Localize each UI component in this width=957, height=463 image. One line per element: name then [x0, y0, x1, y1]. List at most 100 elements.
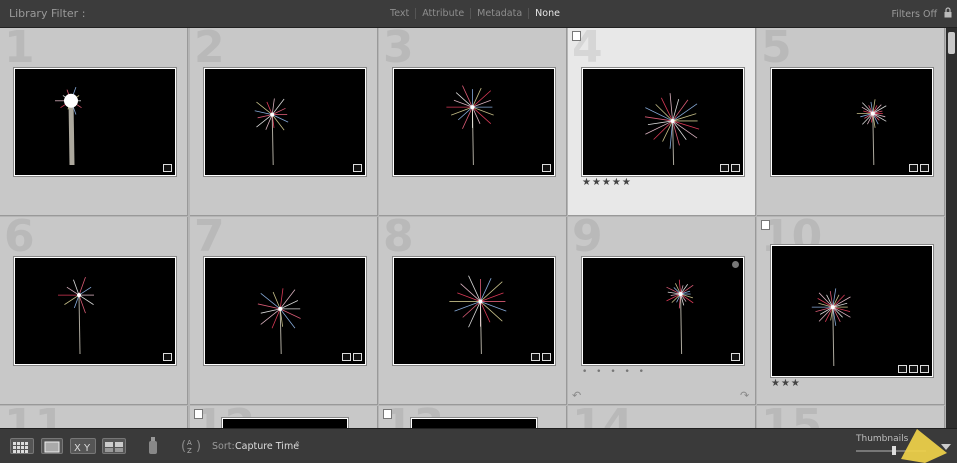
photo-thumbnail[interactable]: [14, 257, 176, 365]
thumbnail-cell[interactable]: 7: [190, 217, 378, 405]
photo-thumbnail[interactable]: [14, 68, 176, 176]
thumbnail-cell[interactable]: 13: [379, 406, 567, 428]
sort-label: Sort:: [212, 441, 235, 452]
filter-options: Text Attribute Metadata None: [384, 8, 566, 19]
photo-thumbnail[interactable]: [582, 68, 744, 176]
metadata-badges: [163, 353, 172, 361]
grid-scrollbar[interactable]: [946, 28, 957, 428]
crop-badge-icon[interactable]: [353, 353, 362, 361]
lock-icon[interactable]: [944, 7, 952, 18]
metadata-badges: [720, 164, 740, 172]
crop-badge-icon[interactable]: [920, 164, 929, 172]
cell-index-number: 5: [761, 28, 792, 73]
cell-index-number: 1: [4, 28, 35, 73]
flag-icon[interactable]: [383, 409, 392, 419]
loupe-view-icon[interactable]: [41, 438, 63, 454]
thumbnail-cell[interactable]: 15: [757, 406, 945, 428]
flag-icon[interactable]: [572, 31, 581, 41]
firework-image: [254, 98, 289, 166]
painter-icon[interactable]: [148, 437, 158, 455]
thumbnail-cell[interactable]: 4 ★★★★★: [568, 28, 756, 216]
comment-badge-icon[interactable]: [531, 353, 540, 361]
flag-icon[interactable]: [761, 220, 770, 230]
filter-option-attribute[interactable]: Attribute: [416, 8, 472, 19]
thumbnail-cell[interactable]: 11: [0, 406, 188, 428]
cell-index-number: 11: [4, 406, 65, 428]
metadata-badges: [342, 353, 362, 361]
filter-option-none[interactable]: None: [529, 8, 566, 19]
cell-index-number: 7: [194, 217, 225, 262]
firework-image: [58, 276, 94, 355]
metadata-badges: [353, 164, 362, 172]
comment-badge-icon[interactable]: [720, 164, 729, 172]
crop-badge-icon[interactable]: [731, 164, 740, 172]
comment-badge-icon[interactable]: [342, 353, 351, 361]
rotate-left-icon[interactable]: ↶: [572, 389, 581, 402]
bottom-toolbar: XY ( A Z ) Sort: Capture Time ⇕ Thumbnai…: [0, 428, 957, 463]
comment-badge-icon[interactable]: [353, 164, 362, 172]
metadata-badges: [898, 365, 929, 373]
thumbnail-cell[interactable]: 6: [0, 217, 188, 405]
filter-option-metadata[interactable]: Metadata: [471, 8, 530, 19]
cell-index-number: 2: [194, 28, 225, 73]
comment-badge-icon[interactable]: [163, 164, 172, 172]
photo-thumbnail[interactable]: [393, 68, 555, 176]
compare-view-icon[interactable]: XY: [70, 438, 96, 454]
photo-thumbnail[interactable]: [204, 68, 366, 176]
cell-index-number: 15: [761, 406, 822, 428]
svg-text:X: X: [74, 443, 81, 454]
photo-thumbnail[interactable]: [393, 257, 555, 365]
firework-image: [55, 86, 82, 166]
toolbar-menu-arrow-icon[interactable]: [941, 443, 951, 451]
comment-badge-icon[interactable]: [731, 353, 740, 361]
crop-badge-icon[interactable]: [909, 365, 918, 373]
metadata-badges: [542, 164, 551, 172]
firework-image: [666, 279, 694, 355]
star-rating[interactable]: ★★★: [771, 378, 801, 389]
rotate-right-icon[interactable]: ↷: [740, 389, 749, 402]
thumbnail-cell[interactable]: 3: [379, 28, 567, 216]
photo-thumbnail[interactable]: [771, 245, 933, 377]
thumbnail-cell[interactable]: 10 ★★★: [757, 217, 945, 405]
sort-direction-icon[interactable]: ( A Z ): [180, 437, 204, 455]
comment-badge-icon[interactable]: [898, 365, 907, 373]
thumbnail-slider-knob[interactable]: [892, 446, 897, 455]
svg-text:Y: Y: [83, 443, 91, 454]
flag-icon[interactable]: [194, 409, 203, 419]
thumbnail-cell[interactable]: 8: [379, 217, 567, 405]
photo-thumbnail[interactable]: [222, 418, 348, 428]
svg-text:A: A: [187, 439, 192, 447]
photo-thumbnail[interactable]: [771, 68, 933, 176]
thumbnail-cell[interactable]: 12: [190, 406, 378, 428]
firework-image: [446, 85, 494, 166]
thumbnail-cell[interactable]: 9 • • • • • ↶ ↷: [568, 217, 756, 405]
crop-badge-icon[interactable]: [920, 365, 929, 373]
survey-view-icon[interactable]: [102, 438, 126, 454]
photo-thumbnail[interactable]: [582, 257, 744, 365]
scrollbar-thumb[interactable]: [948, 32, 955, 54]
thumbnail-cell[interactable]: 14: [568, 406, 756, 428]
thumbnail-cell[interactable]: 2: [190, 28, 378, 216]
cell-index-number: 3: [383, 28, 414, 73]
sort-dropdown-arrow-icon[interactable]: ⇕: [294, 440, 301, 449]
thumbnail-cell[interactable]: 1: [0, 28, 188, 216]
metadata-badges: [731, 353, 740, 361]
svg-text:(: (: [181, 439, 186, 454]
photo-thumbnail[interactable]: [411, 418, 537, 428]
filters-off-dropdown[interactable]: Filters Off: [891, 9, 937, 20]
crop-badge-icon[interactable]: [542, 353, 551, 361]
quick-collection-icon[interactable]: [732, 261, 739, 268]
thumbnail-cell[interactable]: 5: [757, 28, 945, 216]
svg-text:Z: Z: [187, 447, 192, 455]
comment-badge-icon[interactable]: [909, 164, 918, 172]
firework-image: [856, 99, 887, 166]
filter-option-text[interactable]: Text: [384, 8, 417, 19]
star-rating[interactable]: ★★★★★: [582, 177, 632, 188]
comment-badge-icon[interactable]: [542, 164, 551, 172]
cell-index-number: 8: [383, 217, 414, 262]
empty-rating-dots[interactable]: • • • • •: [582, 367, 647, 377]
photo-thumbnail[interactable]: [204, 257, 366, 365]
grid-view-icon[interactable]: [10, 438, 34, 454]
sort-dropdown[interactable]: Capture Time: [235, 441, 299, 452]
comment-badge-icon[interactable]: [163, 353, 172, 361]
